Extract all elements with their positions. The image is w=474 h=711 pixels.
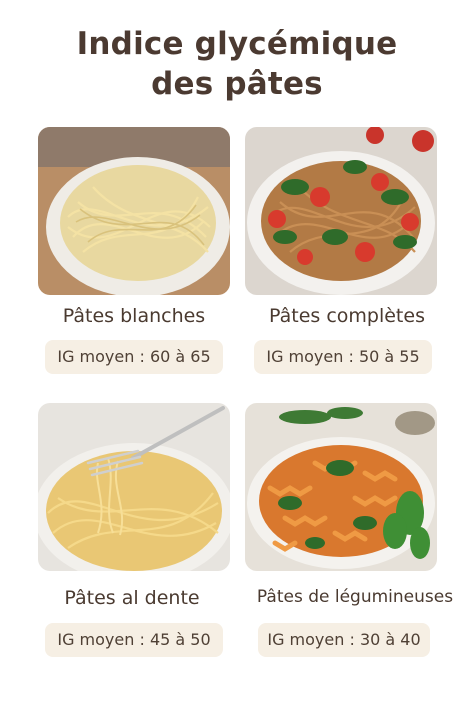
whole-wheat-pasta-illustration xyxy=(245,127,437,295)
title-line-2: des pâtes xyxy=(151,66,323,102)
title-line-1: Indice glycémique xyxy=(76,26,398,62)
legume-pasta-illustration xyxy=(245,403,437,571)
card-name-legume-pasta: Pâtes de légumineuses xyxy=(256,587,454,607)
card-name-white-pasta: Pâtes blanches xyxy=(62,305,206,327)
ig-badge-whole-wheat-pasta: IG moyen : 50 à 55 xyxy=(254,340,432,374)
ig-badge-legume-pasta: IG moyen : 30 à 40 xyxy=(258,623,430,657)
white-pasta-illustration xyxy=(38,127,230,295)
legume-pasta-photo xyxy=(245,403,437,571)
whole-wheat-pasta-photo xyxy=(245,127,437,295)
ig-badge-al-dente-pasta: IG moyen : 45 à 50 xyxy=(45,623,223,657)
al-dente-pasta-illustration xyxy=(38,403,230,571)
white-pasta-photo xyxy=(38,127,230,295)
ig-badge-white-pasta: IG moyen : 60 à 65 xyxy=(45,340,223,374)
card-name-whole-wheat-pasta: Pâtes complètes xyxy=(269,305,425,327)
card-name-al-dente-pasta: Pâtes al dente xyxy=(64,587,200,609)
page-title: Indice glycémique des pâtes xyxy=(0,24,474,104)
al-dente-pasta-photo xyxy=(38,403,230,571)
